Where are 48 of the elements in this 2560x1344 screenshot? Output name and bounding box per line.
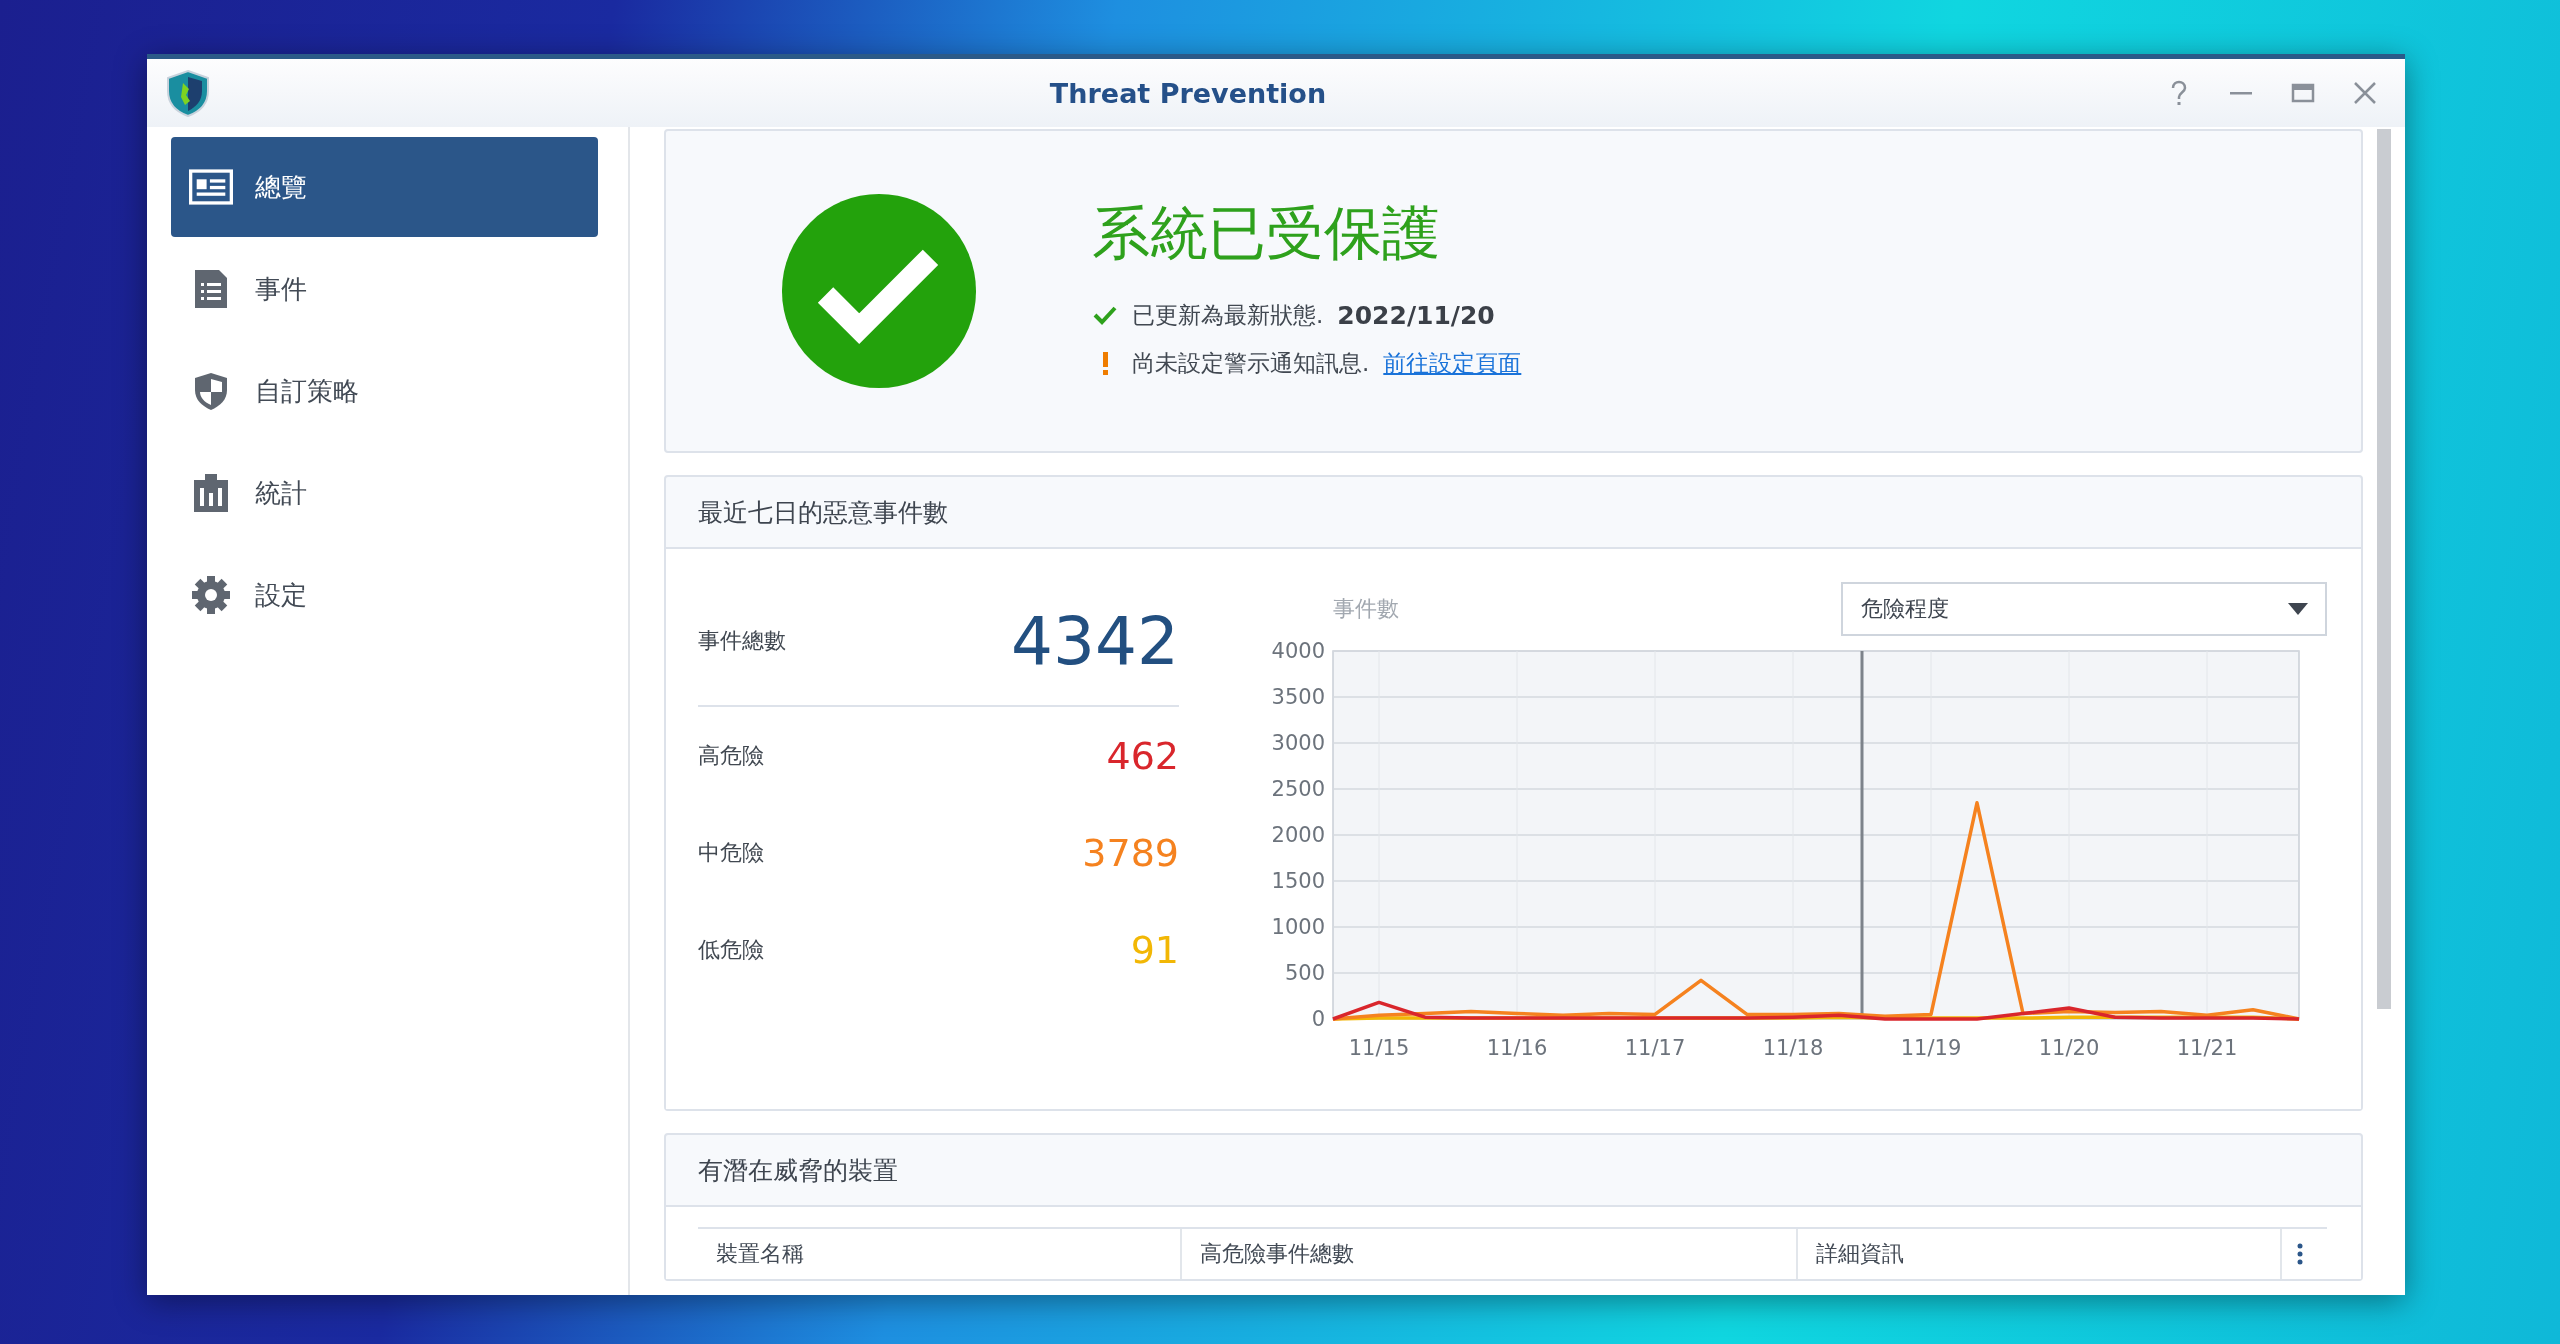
gear-icon — [189, 575, 233, 615]
more-icon[interactable] — [2296, 1242, 2304, 1266]
stat-label: 高危險 — [698, 741, 764, 770]
column-header[interactable]: 裝置名稱 — [698, 1229, 1182, 1279]
stat-value: 3789 — [1082, 830, 1179, 875]
stat-value: 462 — [1106, 733, 1179, 778]
x-tick-label: 11/17 — [1624, 1036, 1686, 1060]
y-tick-label: 2500 — [1271, 777, 1325, 801]
severity-dropdown[interactable]: 危險程度 — [1841, 582, 2327, 636]
sidebar-item[interactable]: 設定 — [171, 545, 598, 645]
check-circle-icon — [780, 192, 978, 390]
status-text: 尚未設定警示通知訊息. — [1132, 348, 1370, 378]
caret-icon — [2287, 602, 2309, 616]
x-tick-label: 11/20 — [2038, 1036, 2100, 1060]
x-tick-label: 11/15 — [1348, 1036, 1410, 1060]
x-tick-label: 11/19 — [1900, 1036, 1962, 1060]
shield-logo-icon — [165, 69, 211, 117]
window-title: Threat Prevention — [1048, 77, 1328, 109]
y-tick-label: 2000 — [1271, 823, 1325, 847]
y-tick-label: 3000 — [1271, 731, 1325, 755]
stat-label: 中危險 — [698, 838, 764, 867]
column-header[interactable]: 詳細資訊 — [1798, 1229, 2282, 1279]
x-tick-label: 11/16 — [1486, 1036, 1548, 1060]
settings-link[interactable]: 前往設定頁面 — [1383, 347, 1522, 379]
x-tick-label: 11/18 — [1762, 1036, 1824, 1060]
stat-value: 91 — [1130, 927, 1179, 972]
status-text: 已更新為最新狀態. — [1132, 300, 1324, 330]
stat-label: 事件總數 — [698, 627, 786, 655]
total-count: 4342 — [1011, 602, 1179, 680]
scrollbar[interactable] — [2377, 129, 2391, 1009]
stat-label: 低危險 — [698, 935, 764, 964]
sidebar-item[interactable]: 總覽 — [171, 137, 598, 237]
y-tick-label: 1500 — [1271, 869, 1325, 893]
x-tick-label: 11/21 — [2176, 1036, 2238, 1060]
axis-title: 事件數 — [1333, 595, 1399, 623]
y-tick-label: 1000 — [1271, 915, 1325, 939]
y-tick-label: 500 — [1284, 961, 1325, 985]
id-card-icon — [189, 167, 233, 207]
y-tick-label: 3500 — [1271, 685, 1325, 709]
column-header[interactable]: 高危險事件總數 — [1182, 1229, 1798, 1279]
sidebar-item[interactable]: 統計 — [171, 443, 598, 543]
status-heading: 系統已受保護 — [1092, 198, 1441, 269]
y-tick-label: 4000 — [1271, 639, 1325, 663]
sidebar-item[interactable]: 事件 — [171, 239, 598, 339]
warning-icon — [1103, 351, 1108, 375]
update-date: 2022/11/20 — [1337, 300, 1495, 330]
y-tick-label: 0 — [1311, 1007, 1325, 1031]
sidebar-item[interactable]: 自訂策略 — [171, 341, 598, 441]
